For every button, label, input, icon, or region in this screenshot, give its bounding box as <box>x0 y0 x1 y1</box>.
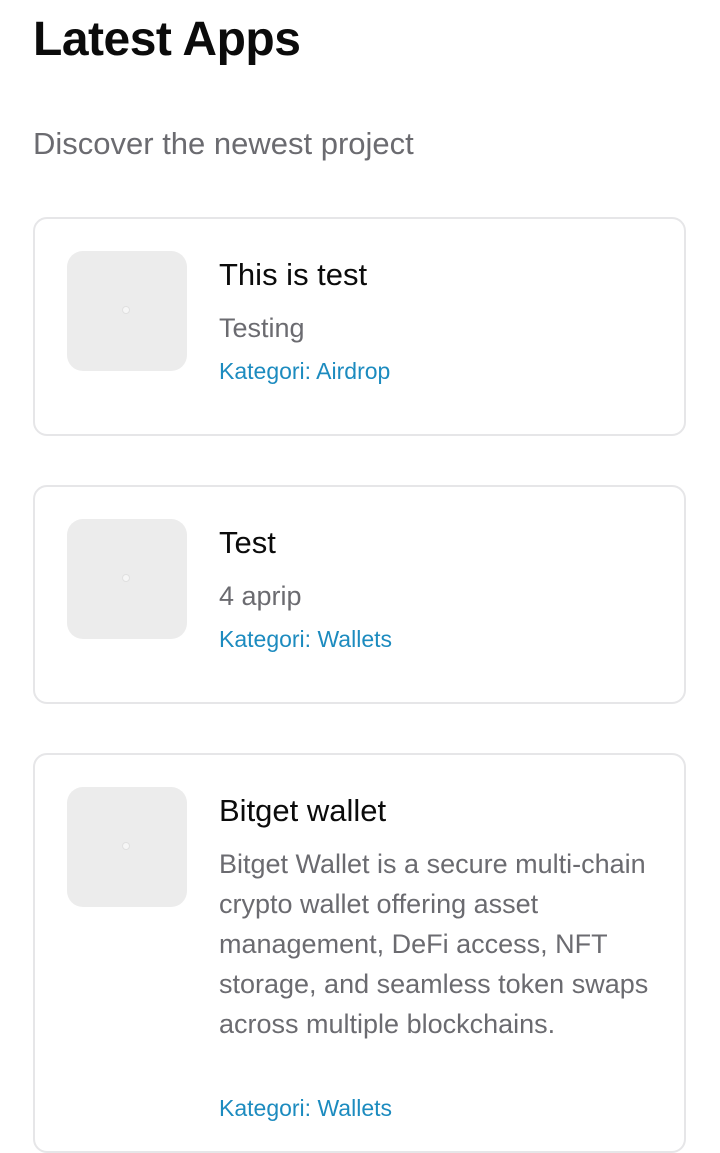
app-category-link[interactable]: Kategori: Wallets <box>219 1093 392 1123</box>
page-title: Latest Apps <box>33 13 301 66</box>
app-name: Bitget wallet <box>219 793 387 828</box>
app-description: Bitget Wallet is a secure multi-chain cr… <box>219 849 649 1039</box>
image-placeholder-icon <box>122 574 130 582</box>
page-subtitle: Discover the newest project <box>33 126 414 161</box>
app-card[interactable]: Test 4 aprip Kategori: Wallets <box>33 485 686 704</box>
app-thumbnail <box>67 519 187 639</box>
image-placeholder-icon <box>122 306 130 314</box>
app-description: 4 aprip <box>219 581 302 611</box>
app-description: Testing <box>219 313 305 343</box>
image-placeholder-icon <box>122 842 130 850</box>
app-name: This is test <box>219 257 368 292</box>
app-thumbnail <box>67 787 187 907</box>
latest-apps-page: Latest Apps Discover the newest project … <box>0 0 720 1153</box>
app-thumbnail <box>67 251 187 371</box>
app-category-link[interactable]: Kategori: Airdrop <box>219 356 390 386</box>
app-category-link[interactable]: Kategori: Wallets <box>219 624 392 654</box>
app-name: Test <box>219 525 276 560</box>
app-card[interactable]: This is test Testing Kategori: Airdrop <box>33 217 686 436</box>
app-card[interactable]: Bitget wallet Bitget Wallet is a secure … <box>33 753 686 1153</box>
